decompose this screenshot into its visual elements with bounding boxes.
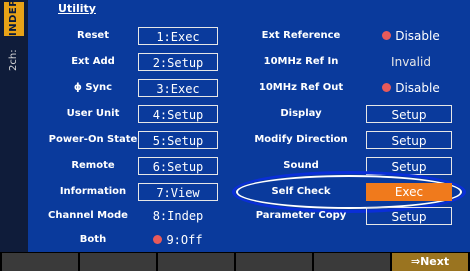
ext-reference-value[interactable]: Disable (366, 27, 456, 45)
modify-direction-label: Modify Direction (254, 134, 348, 145)
parameter-copy-label: Parameter Copy (255, 210, 347, 221)
both-toggle[interactable]: 9:Off (138, 231, 218, 249)
both-label: Both (79, 234, 107, 245)
next-softkey[interactable]: ⇒Next (392, 253, 468, 271)
ext-add-button[interactable]: 2:Setup (138, 53, 218, 71)
ext-add-label: Ext Add (71, 56, 115, 67)
status-dot-icon (153, 235, 163, 244)
softkey-4[interactable] (236, 253, 312, 271)
channel-mode-label: Channel Mode (48, 210, 128, 221)
phi-sync-button[interactable]: 3:Exec (138, 79, 218, 97)
both-value: 9:Off (166, 233, 203, 247)
ref-in-value: Invalid (391, 55, 431, 69)
information-button[interactable]: 7:View (138, 183, 218, 201)
user-unit-label: User Unit (66, 108, 120, 119)
channel-label: 2ch: (8, 49, 19, 71)
self-check-exec-button[interactable]: Exec (366, 183, 452, 201)
remote-button[interactable]: 6:Setup (138, 157, 218, 175)
reset-button[interactable]: 1:Exec (138, 27, 218, 45)
status-dot-icon (382, 31, 392, 40)
user-unit-button[interactable]: 4:Setup (138, 105, 218, 123)
parameter-copy-button[interactable]: Setup (366, 207, 452, 225)
softkey-2[interactable] (80, 253, 156, 271)
reset-label: Reset (77, 30, 109, 41)
mode-label: INDEP (8, 0, 19, 36)
ref-out-text: Disable (395, 81, 440, 95)
power-on-state-button[interactable]: 5:Setup (138, 131, 218, 149)
softkey-1[interactable] (2, 253, 78, 271)
channel-mode-value[interactable]: 8:Indep (138, 207, 218, 225)
softkey-3[interactable] (158, 253, 234, 271)
information-label: Information (59, 186, 127, 197)
remote-label: Remote (71, 160, 115, 171)
softkey-5[interactable] (314, 253, 390, 271)
ext-reference-label: Ext Reference (261, 30, 341, 41)
modify-direction-button[interactable]: Setup (366, 131, 452, 149)
status-dot-icon (382, 83, 392, 92)
self-check-label: Self Check (271, 186, 331, 197)
page-title: Utility (58, 2, 96, 15)
display-label: Display (280, 108, 322, 119)
display-setup-button[interactable]: Setup (366, 105, 452, 123)
mode-indicator: INDEP (4, 0, 24, 36)
sidebar: INDEP 2ch: (0, 0, 28, 271)
ref-in-label: 10MHz Ref In (263, 56, 339, 67)
phi-sync-label: ϕ Sync (73, 82, 113, 93)
channel-indicator: 2ch: (4, 40, 24, 80)
ref-out-label: 10MHz Ref Out (258, 82, 344, 93)
ref-out-value[interactable]: Disable (366, 79, 456, 97)
power-on-state-label: Power-On State (48, 134, 138, 145)
ext-reference-text: Disable (395, 29, 440, 43)
